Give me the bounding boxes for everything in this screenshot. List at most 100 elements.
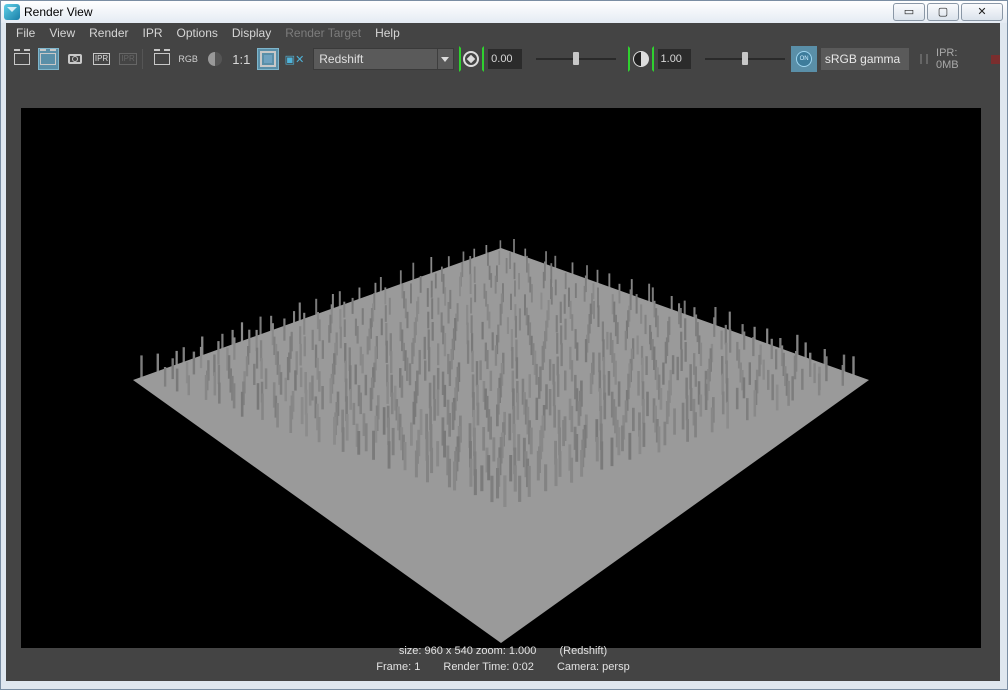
- gamma-toggle[interactable]: [627, 46, 654, 72]
- spike: [787, 380, 790, 406]
- spike: [770, 338, 773, 360]
- color-management-toggle[interactable]: ON: [791, 46, 817, 72]
- spike: [303, 312, 306, 335]
- spike: [556, 374, 560, 397]
- spike: [321, 340, 324, 359]
- spike: [430, 280, 433, 298]
- spike: [486, 350, 489, 370]
- render-current-frame-button[interactable]: [11, 48, 33, 70]
- render-image[interactable]: [21, 108, 981, 648]
- spike: [412, 401, 416, 425]
- spike: [554, 458, 558, 487]
- status-line-1: size: 960 x 540 zoom: 1.000 (Redshift): [6, 645, 1000, 657]
- ipr-refresh-icon: IPR: [119, 53, 137, 65]
- renderer-status-label: (Redshift): [559, 645, 608, 657]
- spike: [684, 342, 687, 362]
- menu-ipr[interactable]: IPR: [136, 23, 170, 43]
- render-settings-button[interactable]: [151, 48, 173, 70]
- spike: [286, 357, 290, 381]
- spike: [240, 391, 244, 417]
- spike: [436, 367, 440, 390]
- menu-file[interactable]: File: [9, 23, 42, 43]
- spike: [432, 375, 436, 400]
- menu-render[interactable]: Render: [82, 23, 135, 43]
- color-space-field[interactable]: sRGB gamma: [820, 48, 910, 70]
- spike: [791, 376, 794, 401]
- spike: [680, 349, 683, 371]
- gamma-field[interactable]: 1.00: [657, 49, 691, 69]
- rgb-channel-button[interactable]: RGB: [177, 48, 199, 70]
- spike: [490, 475, 494, 503]
- spike: [192, 351, 196, 375]
- spike: [680, 331, 683, 350]
- renderer-dropdown[interactable]: Redshift: [313, 48, 454, 70]
- spike: [793, 355, 797, 380]
- spike: [317, 417, 321, 443]
- spike: [361, 308, 364, 325]
- render-region-button[interactable]: [37, 48, 60, 70]
- spike: [516, 392, 520, 420]
- menu-help[interactable]: Help: [368, 23, 407, 43]
- alpha-channel-button[interactable]: [204, 48, 226, 70]
- spike: [481, 321, 484, 340]
- one-to-one-icon: 1:1: [232, 51, 251, 67]
- exposure-slider[interactable]: [535, 49, 616, 69]
- refresh-ipr-button: IPR: [117, 48, 139, 70]
- spike: [665, 401, 669, 425]
- spike: [434, 273, 437, 289]
- spike: [387, 417, 390, 445]
- exposure-field[interactable]: 0.00: [488, 49, 522, 69]
- spike: [801, 368, 804, 390]
- spike: [419, 276, 422, 293]
- spike: [528, 374, 531, 398]
- status-line-2: Frame: 1 Render Time: 0:02 Camera: persp: [6, 661, 1000, 673]
- spike: [775, 384, 779, 411]
- spike: [255, 347, 259, 369]
- spike: [470, 297, 473, 314]
- maximize-button[interactable]: ▢: [927, 3, 959, 21]
- title-bar[interactable]: Render View ▭ ▢ ✕: [1, 1, 1007, 23]
- spike: [482, 427, 486, 451]
- real-size-button[interactable]: 1:1: [231, 48, 253, 70]
- exposure-toggle[interactable]: [458, 46, 485, 72]
- spike: [163, 367, 167, 387]
- gamma-slider[interactable]: [704, 49, 785, 69]
- spike: [343, 301, 346, 318]
- snapshot-button[interactable]: [64, 48, 86, 70]
- render-view-window: Render View ▭ ▢ ✕ File View Render IPR O…: [0, 0, 1008, 690]
- chevron-down-icon[interactable]: [436, 49, 453, 69]
- spike: [509, 252, 511, 269]
- spike: [710, 407, 714, 433]
- spike: [699, 342, 703, 366]
- minimize-button[interactable]: ▭: [893, 3, 925, 21]
- remove-image-button[interactable]: ▣✕: [284, 48, 306, 70]
- menu-options[interactable]: Options: [170, 23, 225, 43]
- spike: [553, 405, 556, 428]
- stop-ipr-icon[interactable]: [991, 54, 1000, 64]
- spike: [469, 458, 473, 487]
- spike: [514, 315, 517, 338]
- ipr-render-button[interactable]: IPR: [91, 48, 113, 70]
- spike: [490, 273, 493, 288]
- exposure-slider-handle[interactable]: [572, 52, 579, 65]
- spike: [429, 424, 433, 452]
- spike: [694, 366, 697, 387]
- keep-image-button[interactable]: [257, 48, 279, 70]
- spike: [617, 427, 621, 456]
- spike: [382, 407, 386, 435]
- gamma-icon: [632, 51, 649, 67]
- spike: [411, 342, 414, 364]
- pause-ipr-icon[interactable]: [920, 54, 929, 64]
- spike: [673, 408, 676, 435]
- gamma-slider-handle[interactable]: [741, 52, 748, 65]
- spike: [260, 358, 263, 379]
- menu-display[interactable]: Display: [225, 23, 278, 43]
- spike: [721, 356, 724, 376]
- spike: [725, 378, 729, 403]
- spike: [564, 370, 567, 391]
- spike: [471, 333, 474, 353]
- menu-view[interactable]: View: [42, 23, 82, 43]
- spike: [748, 362, 751, 385]
- spike: [699, 394, 703, 417]
- close-button[interactable]: ✕: [961, 3, 1003, 21]
